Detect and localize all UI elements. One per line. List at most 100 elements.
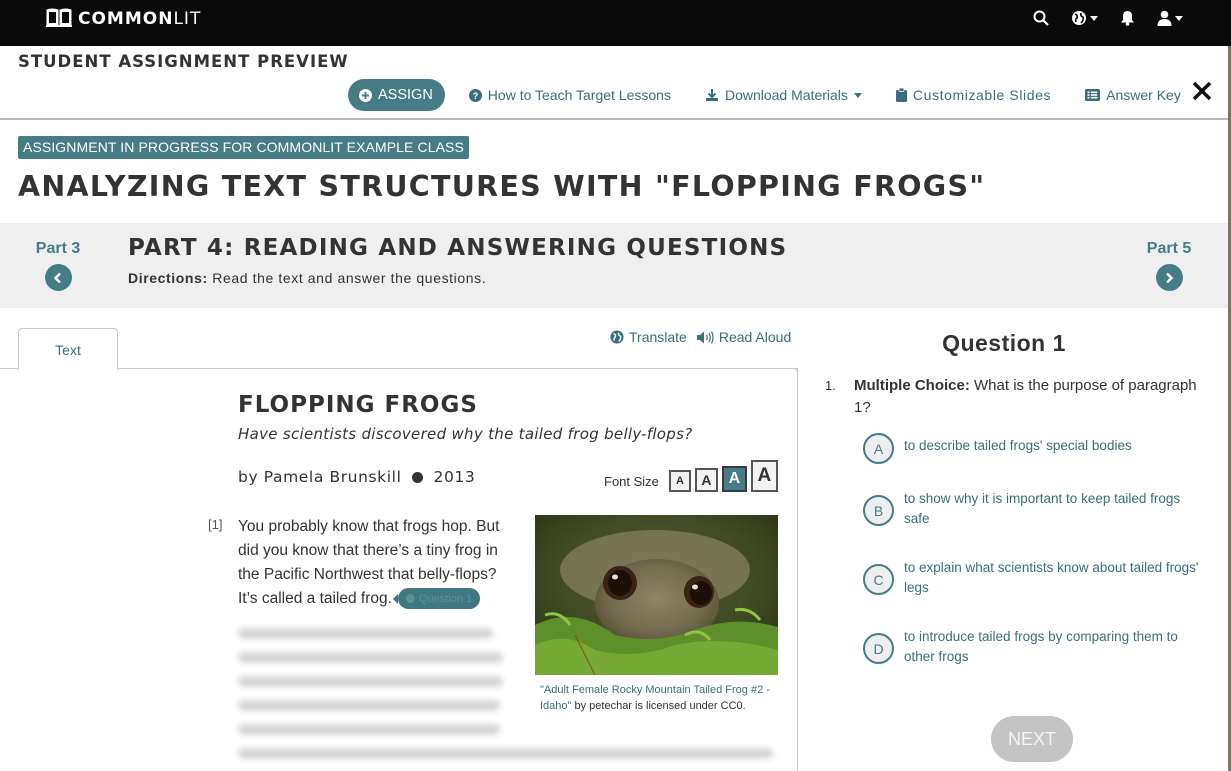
search-icon (1033, 10, 1049, 26)
chevron-down-icon (1175, 15, 1183, 21)
tab-text[interactable]: Text (18, 328, 118, 370)
panel-corner (788, 368, 798, 378)
question-type: Multiple Choice: (854, 377, 970, 394)
download-materials-label: Download Materials (724, 87, 848, 103)
assign-label: ASSIGN (378, 87, 433, 103)
blurred-text-line (238, 700, 500, 711)
close-icon (1192, 81, 1212, 101)
search-button[interactable] (1033, 10, 1049, 26)
svg-text:?: ? (473, 91, 479, 101)
user-menu[interactable] (1157, 10, 1183, 26)
part-navigation-bar: Part 3 PART 4: READING AND ANSWERING QUE… (0, 223, 1228, 308)
list-alt-icon (1085, 89, 1101, 101)
read-aloud-button[interactable]: Read Aloud (696, 329, 792, 345)
image-license-text: by petechar is licensed under CC0. (571, 700, 746, 712)
choice-text[interactable]: to introduce tailed frogs by comparing t… (904, 627, 1203, 667)
answer-choice-b[interactable]: B to show why it is important to keep ta… (863, 489, 1203, 529)
panel-divider (0, 368, 797, 369)
image-caption: "Adult Female Rocky Mountain Tailed Frog… (540, 682, 780, 714)
customizable-slides-link[interactable]: Customizable Slides (895, 87, 1051, 103)
font-size-large-button[interactable]: A (721, 466, 747, 492)
blurred-text-line (238, 628, 493, 639)
publication-year: 2013 (433, 468, 476, 486)
clipboard-icon (895, 88, 907, 102)
book-icon (46, 7, 78, 32)
directions-text: Read the text and answer the questions. (212, 270, 487, 286)
question-marker-label: Question 1 (418, 592, 473, 605)
translate-button[interactable]: Translate (610, 329, 687, 345)
globe-icon (1072, 11, 1086, 25)
text-byline: by Pamela Brunskill 2013 (238, 468, 475, 486)
language-menu[interactable] (1071, 10, 1098, 26)
question-circle-icon: ? (468, 88, 482, 102)
preview-title: STUDENT ASSIGNMENT PREVIEW (18, 52, 349, 71)
logo-text-bold: COMMON (78, 9, 174, 29)
choice-letter[interactable]: A (863, 433, 894, 464)
answer-choice-d[interactable]: D to introduce tailed frogs by comparing… (863, 627, 1203, 667)
separator-dot (412, 471, 424, 483)
choice-letter[interactable]: B (863, 495, 894, 526)
part-title: PART 4: READING AND ANSWERING QUESTIONS (128, 235, 788, 261)
download-icon (705, 89, 718, 101)
choice-text[interactable]: to explain what scientists know about ta… (904, 558, 1203, 598)
next-button[interactable]: NEXT (991, 716, 1073, 762)
chevron-down-icon (1090, 15, 1098, 21)
download-materials-menu[interactable]: Download Materials (705, 87, 862, 103)
plus-circle-icon (359, 88, 372, 102)
tailed-frog-image[interactable] (535, 515, 778, 675)
choice-text[interactable]: to show why it is important to keep tail… (904, 489, 1203, 529)
previous-part-label[interactable]: Part 3 (18, 240, 98, 258)
font-size-medium-button[interactable]: A (694, 468, 718, 492)
chevron-left-icon (53, 272, 61, 283)
notifications-button[interactable] (1120, 10, 1135, 26)
font-size-controls: Font Size A A A A (604, 460, 778, 492)
text-title: FLOPPING FROGS (238, 392, 478, 418)
question-heading: Question 1 (942, 330, 1066, 356)
assignment-preview-header: STUDENT ASSIGNMENT PREVIEW ASSIGN ? How … (0, 46, 1231, 120)
answer-choice-c[interactable]: C to explain what scientists know about … (863, 558, 1203, 598)
blurred-text-line (238, 748, 773, 759)
next-part-nav[interactable]: Part 5 (1129, 240, 1209, 291)
top-nav-bar: COMMON LIT (0, 0, 1231, 46)
bell-icon (1121, 11, 1134, 26)
assignment-status-badge: ASSIGNMENT IN PROGRESS FOR COMMONLIT EXA… (18, 136, 469, 159)
blurred-text-line (238, 652, 503, 663)
info-icon (405, 594, 415, 604)
author: by Pamela Brunskill (238, 468, 402, 486)
choice-text[interactable]: to describe tailed frogs' special bodies (904, 433, 1132, 456)
previous-part-button[interactable] (44, 264, 72, 291)
lesson-title: ANALYZING TEXT STRUCTURES WITH "FLOPPING… (18, 170, 986, 203)
chevron-down-icon (853, 92, 862, 98)
how-to-teach-label: How to Teach Target Lessons (487, 87, 671, 103)
read-aloud-label: Read Aloud (718, 329, 792, 345)
answer-choice-a[interactable]: A to describe tailed frogs' special bodi… (863, 433, 1203, 464)
choice-letter[interactable]: C (863, 564, 894, 595)
panel-border (797, 368, 798, 771)
question-marker[interactable]: Question 1 (392, 588, 481, 610)
answer-key-link[interactable]: Answer Key (1085, 87, 1181, 103)
question-prompt: Multiple Choice: What is the purpose of … (854, 375, 1214, 419)
assign-button[interactable]: ASSIGN (348, 79, 445, 111)
previous-part-nav[interactable]: Part 3 (18, 240, 98, 291)
paragraph-number: [1] (208, 517, 223, 532)
next-part-button[interactable] (1155, 264, 1183, 291)
close-preview-button[interactable] (1192, 81, 1212, 106)
chevron-right-icon (1166, 272, 1174, 283)
font-size-xlarge-button[interactable]: A (750, 460, 778, 492)
font-size-small-button[interactable]: A (668, 470, 691, 492)
font-size-label: Font Size (604, 474, 659, 489)
paragraph-1: You probably know that frogs hop. But di… (238, 515, 513, 611)
translate-label: Translate (629, 329, 687, 345)
blurred-text-line (238, 724, 500, 735)
user-icon (1157, 10, 1172, 26)
logo-text-light: LIT (173, 9, 202, 29)
directions-label: Directions: (128, 270, 208, 286)
next-part-label[interactable]: Part 5 (1129, 240, 1209, 258)
choice-letter[interactable]: D (863, 633, 894, 664)
preview-toolbar: ASSIGN ? How to Teach Target Lessons Dow… (348, 79, 1181, 111)
how-to-teach-link[interactable]: ? How to Teach Target Lessons (468, 87, 671, 103)
volume-icon (696, 330, 714, 344)
commonlit-logo[interactable]: COMMON LIT (46, 8, 201, 30)
text-subtitle: Have scientists discovered why the taile… (238, 425, 693, 443)
globe-icon (610, 330, 624, 344)
